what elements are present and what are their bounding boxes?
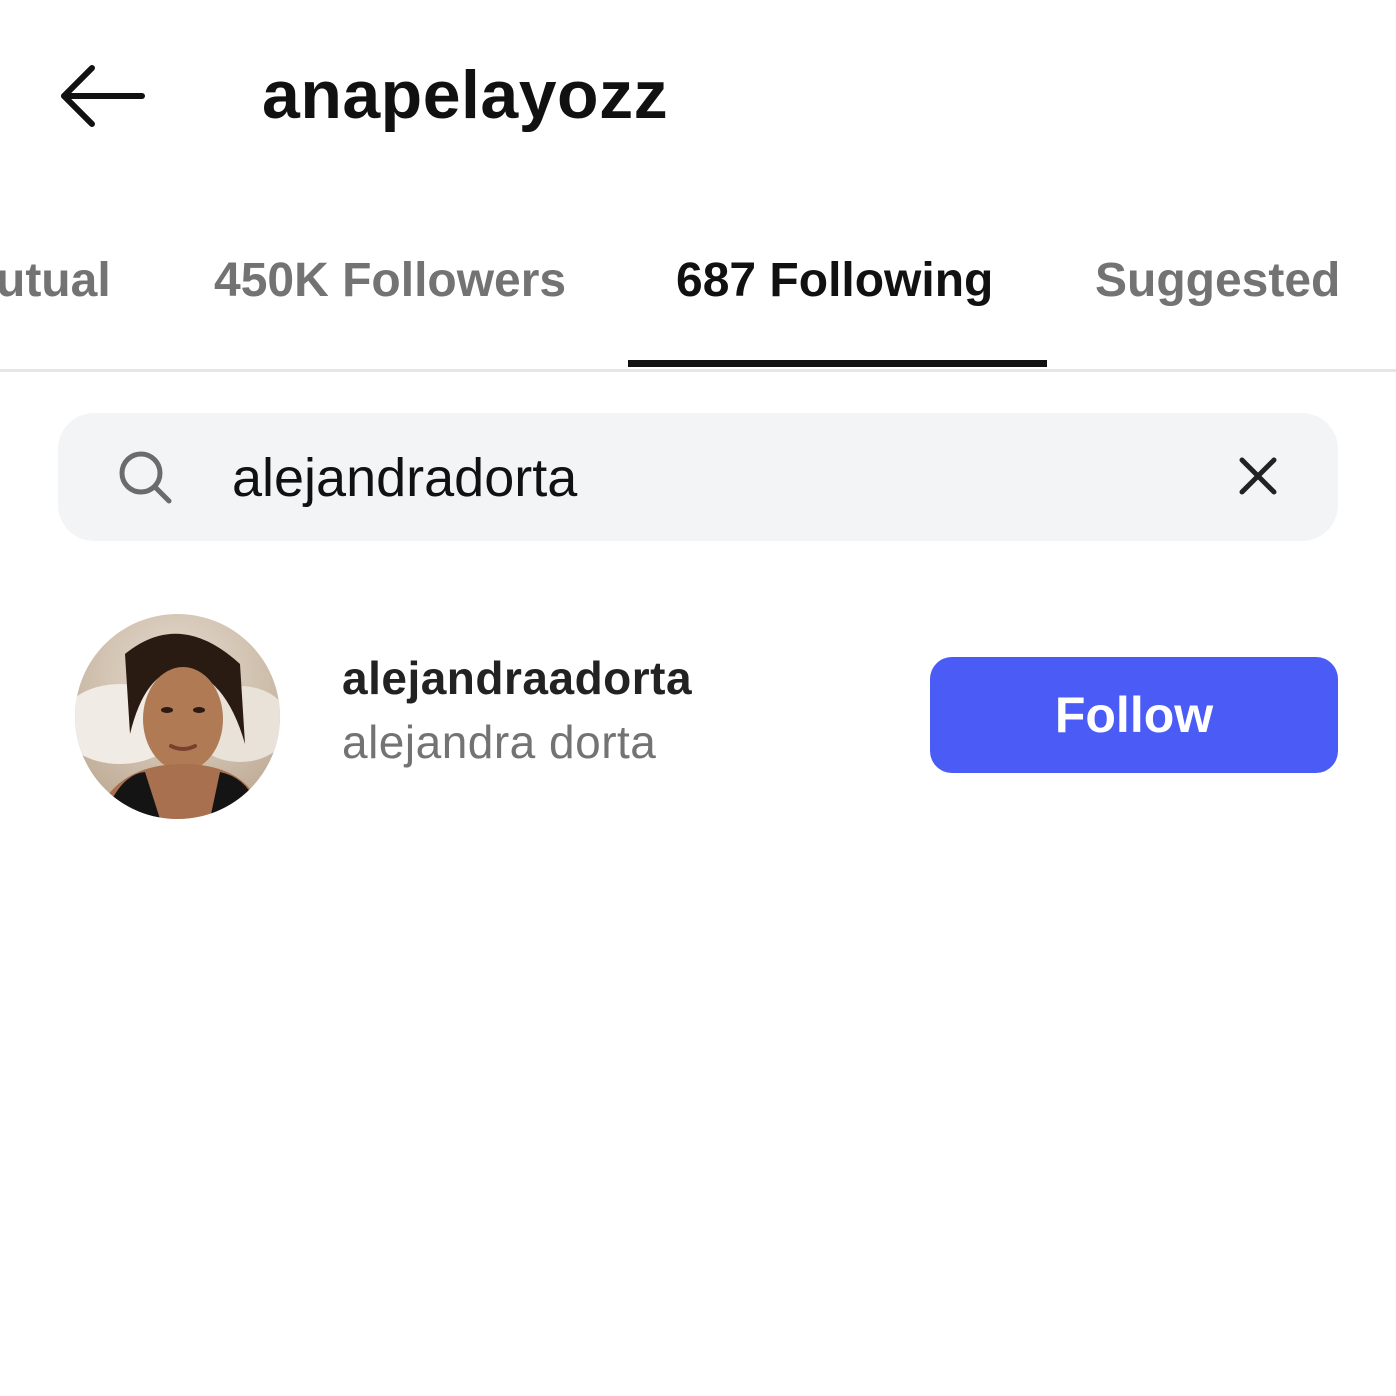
active-tab-indicator <box>628 360 1047 367</box>
arrow-left-icon <box>61 65 145 127</box>
search-input[interactable] <box>232 440 1172 516</box>
tab-following[interactable]: 687 Following <box>676 250 993 312</box>
page-title: anapelayozz <box>262 57 669 133</box>
tab-followers[interactable]: 450K Followers <box>214 250 566 312</box>
follow-button[interactable]: Follow <box>930 657 1338 773</box>
tab-bar: utual 450K Followers 687 Following Sugge… <box>0 190 1396 372</box>
back-button[interactable] <box>56 60 148 132</box>
close-icon <box>1239 457 1277 495</box>
avatar[interactable] <box>75 614 280 819</box>
tab-mutual[interactable]: utual <box>0 250 111 312</box>
top-bar: anapelayozz <box>0 0 1396 190</box>
clear-search-button[interactable] <box>1228 446 1288 506</box>
result-full-name: alejandra dorta <box>342 716 657 768</box>
search-icon <box>119 451 172 504</box>
tab-suggested[interactable]: Suggested <box>1095 250 1340 312</box>
list-item[interactable]: alejandraadorta alejandra dorta Follow <box>0 600 1396 830</box>
result-username[interactable]: alejandraadorta <box>342 650 692 706</box>
